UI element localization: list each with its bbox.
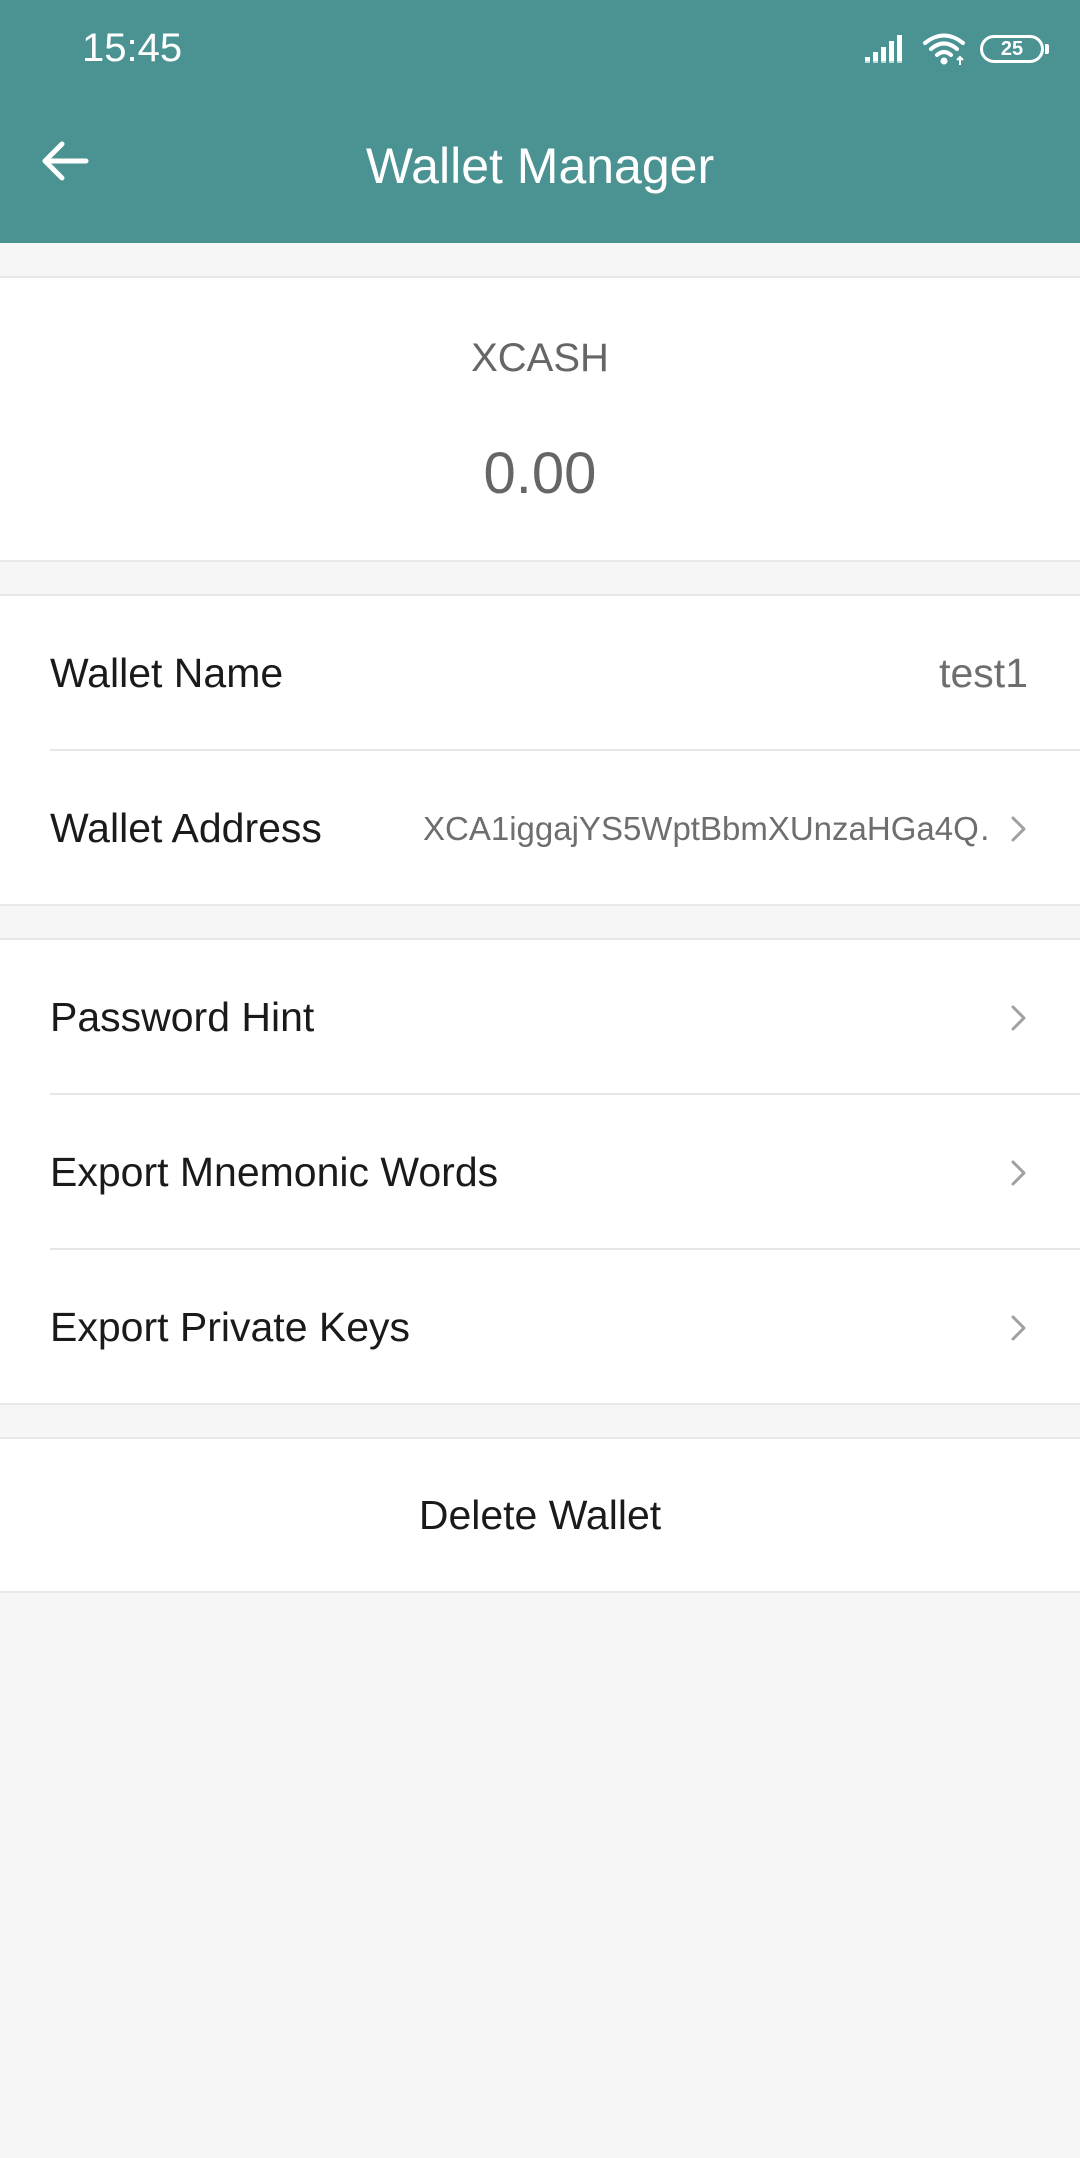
password-hint-row[interactable]: Password Hint (0, 940, 1080, 1095)
wallet-address-label: Wallet Address (50, 805, 322, 851)
export-private-keys-row[interactable]: Export Private Keys (0, 1250, 1080, 1405)
security-card: Password Hint Export Mnemonic Words Expo… (0, 938, 1080, 1405)
status-time: 15:45 (82, 26, 183, 70)
balance-card: XCASH 0.00 (0, 276, 1080, 562)
nav-bar: Wallet Manager (0, 96, 1080, 243)
battery-icon: 25 (980, 35, 1049, 63)
export-mnemonic-row[interactable]: Export Mnemonic Words (0, 1095, 1080, 1250)
chevron-right-icon (1010, 815, 1028, 843)
export-private-keys-label: Export Private Keys (50, 1304, 411, 1350)
password-hint-label: Password Hint (50, 994, 315, 1040)
wallet-name-label: Wallet Name (50, 650, 284, 696)
wallet-name-row[interactable]: Wallet Name test1 (0, 596, 1080, 751)
coin-balance: 0.00 (483, 441, 597, 506)
coin-name: XCASH (471, 336, 609, 380)
chevron-right-icon (1010, 1159, 1028, 1187)
battery-level: 25 (1000, 38, 1024, 60)
delete-wallet-button[interactable]: Delete Wallet (0, 1439, 1080, 1591)
app-header: 15:45 25 Wallet Manager (0, 0, 1080, 243)
wallet-info-card: Wallet Name test1 Wallet Address XCA1igg… (0, 594, 1080, 906)
export-mnemonic-label: Export Mnemonic Words (50, 1149, 499, 1195)
status-bar: 15:45 25 (0, 0, 1080, 96)
wifi-icon (922, 32, 966, 66)
wallet-address-value: XCA1iggajYS5WptBbmXUnzaHGa4Q… (423, 810, 987, 847)
wallet-name-value: test1 (939, 650, 1028, 696)
page-title: Wallet Manager (365, 138, 715, 194)
wallet-address-row[interactable]: Wallet Address XCA1iggajYS5WptBbmXUnzaHG… (0, 751, 1080, 906)
battery-cap (1045, 44, 1049, 54)
signal-icon (864, 33, 908, 65)
delete-card: Delete Wallet (0, 1437, 1080, 1593)
chevron-right-icon (1010, 1314, 1028, 1342)
chevron-right-icon (1010, 1004, 1028, 1032)
status-icons: 25 (864, 30, 1049, 68)
